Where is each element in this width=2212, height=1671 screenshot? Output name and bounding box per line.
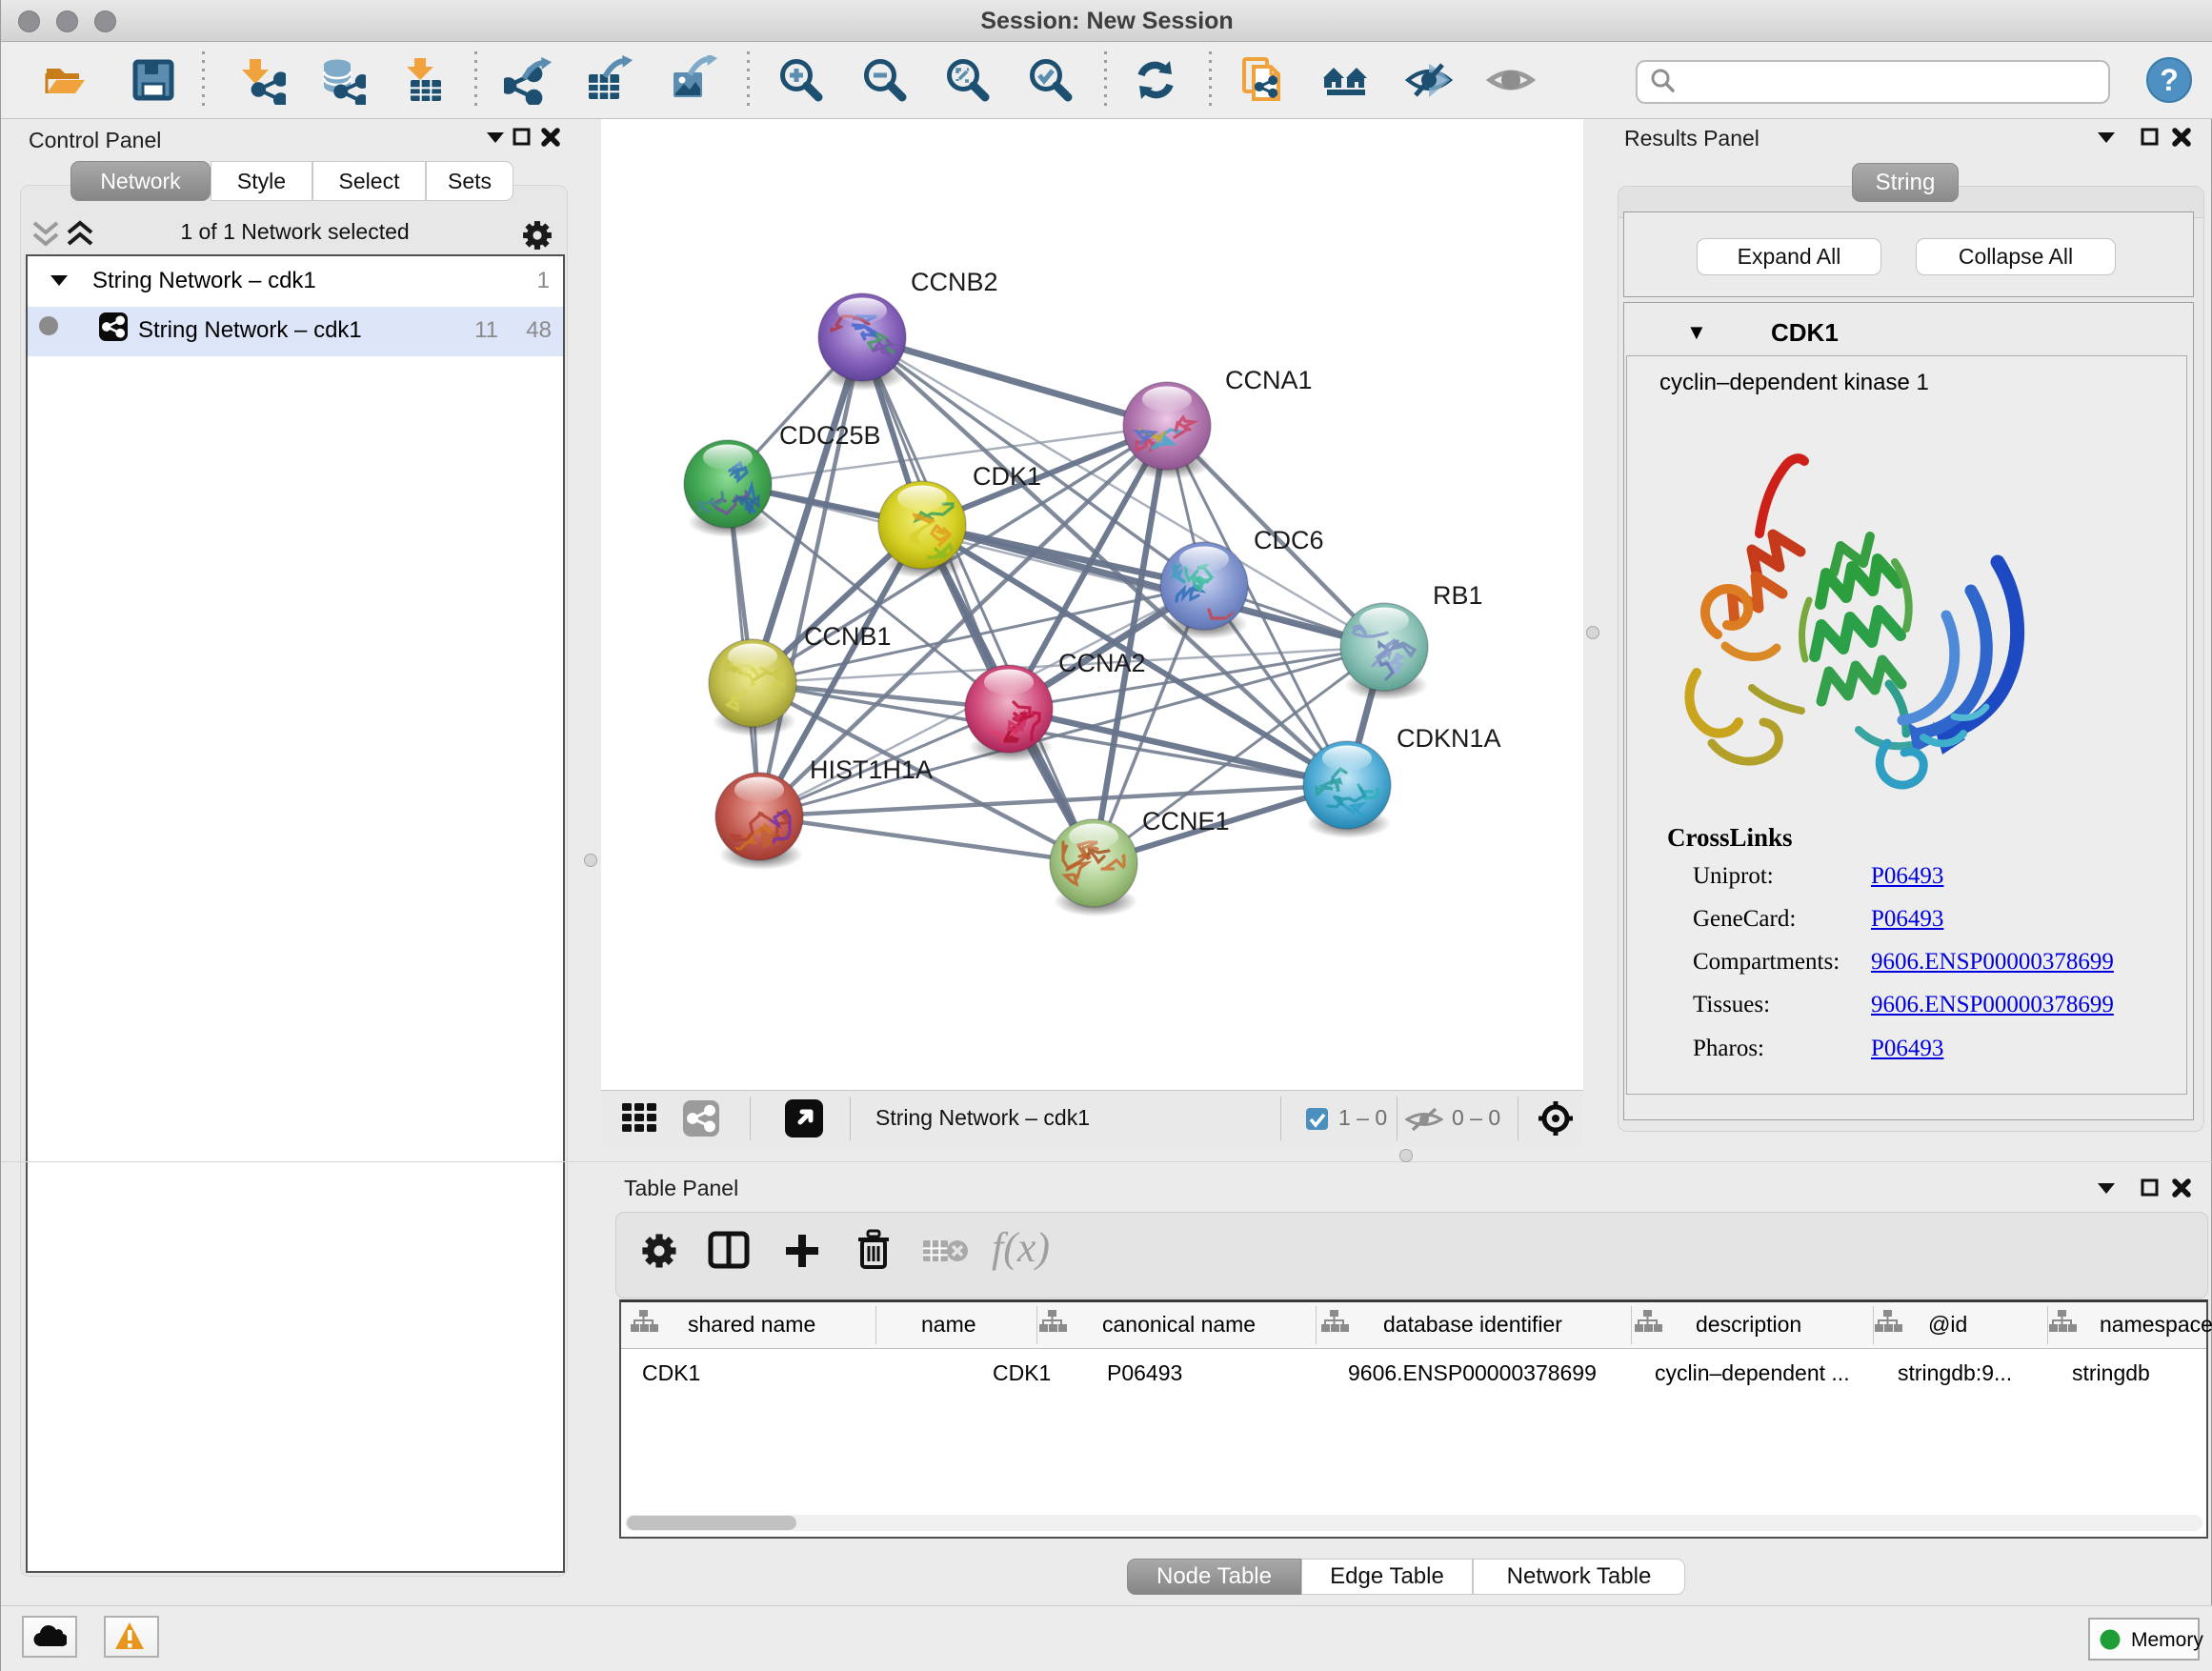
svg-text:CDK1: CDK1: [973, 462, 1041, 491]
svg-text:CCNA2: CCNA2: [1058, 649, 1146, 677]
svg-text:CCNA1: CCNA1: [1225, 366, 1313, 394]
svg-text:CDC25B: CDC25B: [779, 421, 881, 450]
svg-text:RB1: RB1: [1433, 581, 1483, 610]
svg-text:CCNB1: CCNB1: [804, 622, 892, 651]
svg-text:CCNE1: CCNE1: [1142, 807, 1230, 836]
svg-text:CCNB2: CCNB2: [911, 268, 998, 296]
svg-text:HIST1H1A: HIST1H1A: [810, 755, 933, 784]
svg-text:CDKN1A: CDKN1A: [1397, 724, 1501, 753]
svg-text:CDC6: CDC6: [1254, 526, 1324, 554]
svg-text:?: ?: [2160, 63, 2179, 97]
